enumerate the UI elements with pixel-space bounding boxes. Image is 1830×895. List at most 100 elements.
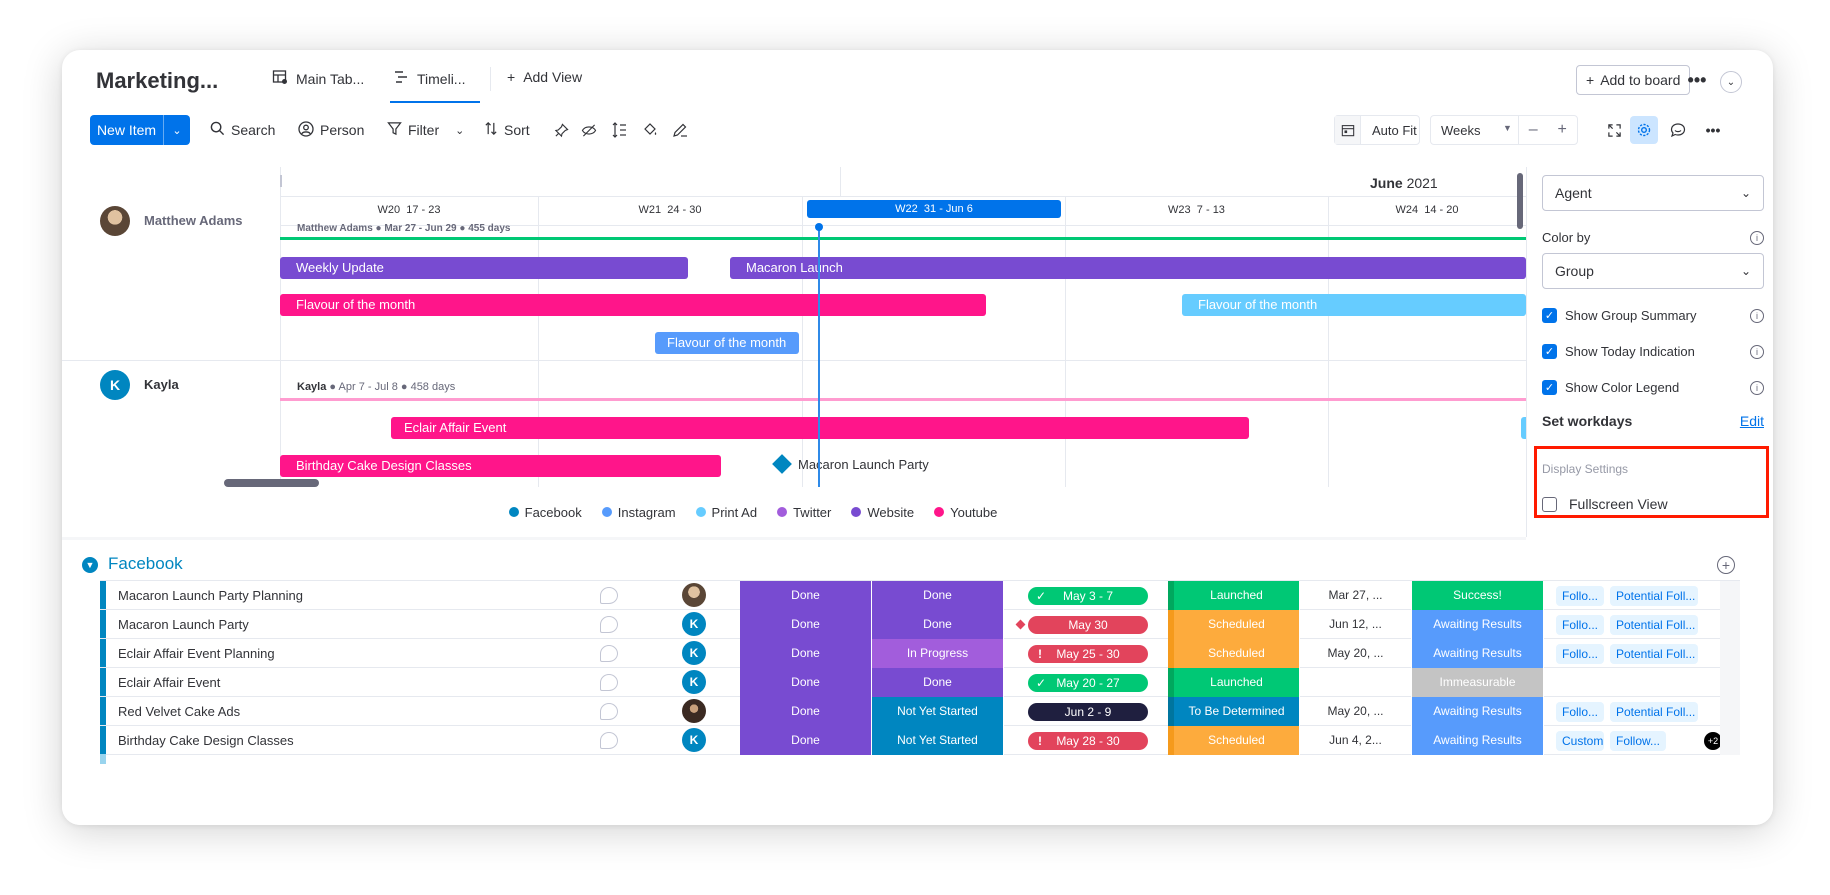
show-today-indication-toggle[interactable]: ✓ Show Today Indication i: [1542, 344, 1764, 359]
owner-avatar[interactable]: K: [682, 670, 706, 694]
collapse-group-icon[interactable]: ▼: [82, 557, 98, 573]
milestone-diamond-icon[interactable]: [772, 454, 792, 474]
status-cell[interactable]: Not Yet Started: [872, 697, 1004, 726]
chevron-down-icon[interactable]: ⌄: [455, 124, 464, 137]
timeline-bar[interactable]: Flavour of the month: [655, 332, 799, 354]
status-cell[interactable]: Done: [872, 668, 1004, 697]
color-by-dropdown[interactable]: Group ⌄: [1542, 253, 1764, 289]
board-title[interactable]: Marketing...: [96, 68, 218, 94]
conversation-icon[interactable]: [600, 645, 618, 662]
item-name[interactable]: Red Velvet Cake Ads: [118, 697, 240, 726]
result-cell[interactable]: Awaiting Results: [1412, 726, 1544, 755]
table-row[interactable]: Eclair Affair Event K Done Done ✓ May 20 - 27…: [100, 668, 1740, 697]
checkbox-unchecked-icon[interactable]: [1542, 496, 1557, 512]
timeline-pill[interactable]: ✓ May 20 - 27: [1028, 674, 1148, 692]
tag-chip[interactable]: Follo...: [1556, 615, 1604, 635]
checkbox-checked-icon[interactable]: ✓: [1542, 344, 1557, 359]
add-view-button[interactable]: + Add View: [507, 69, 582, 85]
group-title[interactable]: Facebook: [108, 554, 183, 574]
person-filter-button[interactable]: Person: [298, 115, 364, 145]
timeline-bar[interactable]: Eclair Affair Event: [391, 417, 1249, 439]
status-cell[interactable]: In Progress: [872, 639, 1004, 668]
table-row[interactable]: Macaron Launch Party K Done Done May 30 Sched…: [100, 610, 1740, 639]
chevron-down-icon[interactable]: ⌄: [164, 124, 190, 137]
table-row[interactable]: Birthday Cake Design Classes K Done Not Yet…: [100, 726, 1740, 755]
timeline-pill[interactable]: ! May 25 - 30: [1028, 645, 1148, 663]
status-cell[interactable]: Done: [740, 610, 872, 639]
info-icon[interactable]: i: [1750, 344, 1764, 359]
stage-cell[interactable]: Scheduled: [1168, 726, 1300, 755]
conversation-icon[interactable]: [600, 674, 618, 691]
scale-selector[interactable]: Weeks ▼ – +: [1430, 115, 1578, 145]
status-cell[interactable]: Not Yet Started: [872, 726, 1004, 755]
fullscreen-view-toggle[interactable]: Fullscreen View: [1542, 496, 1668, 512]
tag-chip[interactable]: Potential Foll...: [1610, 644, 1698, 664]
date-cell[interactable]: Jun 12, ...: [1300, 610, 1412, 639]
timeline-bar[interactable]: Flavour of the month: [1182, 294, 1526, 316]
collapse-header-icon[interactable]: ⌄: [1720, 71, 1742, 93]
date-cell[interactable]: May 20, ...: [1300, 697, 1412, 726]
owner-avatar[interactable]: K: [682, 728, 706, 752]
owner-avatar[interactable]: K: [682, 641, 706, 665]
info-icon[interactable]: i: [1750, 380, 1764, 395]
date-cell[interactable]: May 20, ...: [1300, 639, 1412, 668]
item-name[interactable]: Eclair Affair Event Planning: [118, 639, 275, 668]
hide-icon[interactable]: [575, 116, 603, 144]
timeline-pill[interactable]: Jun 2 - 9: [1028, 703, 1148, 721]
stage-cell[interactable]: Scheduled: [1168, 639, 1300, 668]
edit-pen-icon[interactable]: [666, 116, 694, 144]
add-to-board-button[interactable]: + Add to board: [1576, 65, 1691, 95]
row-height-icon[interactable]: [605, 116, 633, 144]
conversation-icon[interactable]: [600, 732, 618, 749]
info-icon[interactable]: i: [1750, 231, 1764, 245]
status-cell[interactable]: Done: [872, 581, 1004, 610]
item-name[interactable]: Birthday Cake Design Classes: [118, 726, 294, 755]
zoom-out-button[interactable]: –: [1517, 116, 1548, 144]
tag-chip[interactable]: Follo...: [1556, 702, 1604, 722]
pin-icon[interactable]: [547, 116, 575, 144]
status-cell[interactable]: Done: [740, 697, 872, 726]
table-row[interactable]: Red Velvet Cake Ads Done Not Yet Started Ju…: [100, 697, 1740, 726]
auto-fit-button[interactable]: Auto Fit: [1334, 115, 1420, 145]
tag-chip[interactable]: Follo...: [1556, 586, 1604, 606]
tab-main-table[interactable]: Main Tab...: [272, 69, 364, 88]
checkbox-checked-icon[interactable]: ✓: [1542, 380, 1557, 395]
status-cell[interactable]: Done: [872, 610, 1004, 639]
show-color-legend-toggle[interactable]: ✓ Show Color Legend i: [1542, 380, 1764, 395]
status-cell[interactable]: Done: [740, 581, 872, 610]
stage-cell[interactable]: To Be Determined: [1168, 697, 1300, 726]
settings-gear-icon[interactable]: [1630, 116, 1658, 144]
owner-avatar[interactable]: K: [682, 612, 706, 636]
table-row[interactable]: Eclair Affair Event Planning K Done In Prog…: [100, 639, 1740, 668]
conversation-icon[interactable]: [600, 703, 618, 720]
conversation-icon[interactable]: [600, 616, 618, 633]
result-cell[interactable]: Immeasurable: [1412, 668, 1544, 697]
stage-cell[interactable]: Launched: [1168, 668, 1300, 697]
result-cell[interactable]: Awaiting Results: [1412, 639, 1544, 668]
search-button[interactable]: Search: [210, 115, 275, 145]
date-cell[interactable]: Mar 27, ...: [1300, 581, 1412, 610]
more-options-icon[interactable]: •••: [1699, 116, 1727, 144]
result-cell[interactable]: Awaiting Results: [1412, 697, 1544, 726]
table-row[interactable]: Macaron Launch Party Planning Done Done ✓ Ma…: [100, 581, 1740, 610]
owner-avatar[interactable]: [682, 583, 706, 607]
timeline-pill[interactable]: ✓ May 3 - 7: [1028, 587, 1148, 605]
stage-cell[interactable]: Scheduled: [1168, 610, 1300, 639]
zoom-in-button[interactable]: +: [1547, 116, 1577, 144]
checkbox-checked-icon[interactable]: ✓: [1542, 308, 1557, 323]
timeline-pill[interactable]: May 30: [1028, 616, 1148, 634]
timeline-bar[interactable]: Weekly Update: [280, 257, 688, 279]
owner-avatar[interactable]: [682, 699, 706, 723]
status-cell[interactable]: Done: [740, 639, 872, 668]
tag-chip[interactable]: Follow...: [1610, 731, 1667, 751]
date-cell[interactable]: Jun 4, 2...: [1300, 726, 1412, 755]
status-cell[interactable]: Done: [740, 668, 872, 697]
date-cell[interactable]: [1300, 668, 1412, 697]
timeline-bar[interactable]: Flavour of the month: [280, 294, 986, 316]
tag-chip[interactable]: Custom...: [1556, 731, 1604, 751]
show-group-summary-toggle[interactable]: ✓ Show Group Summary i: [1542, 308, 1764, 323]
conversation-icon[interactable]: [600, 587, 618, 604]
stage-cell[interactable]: Launched: [1168, 581, 1300, 610]
fullscreen-expand-icon[interactable]: [1600, 116, 1628, 144]
info-icon[interactable]: i: [1750, 308, 1764, 323]
